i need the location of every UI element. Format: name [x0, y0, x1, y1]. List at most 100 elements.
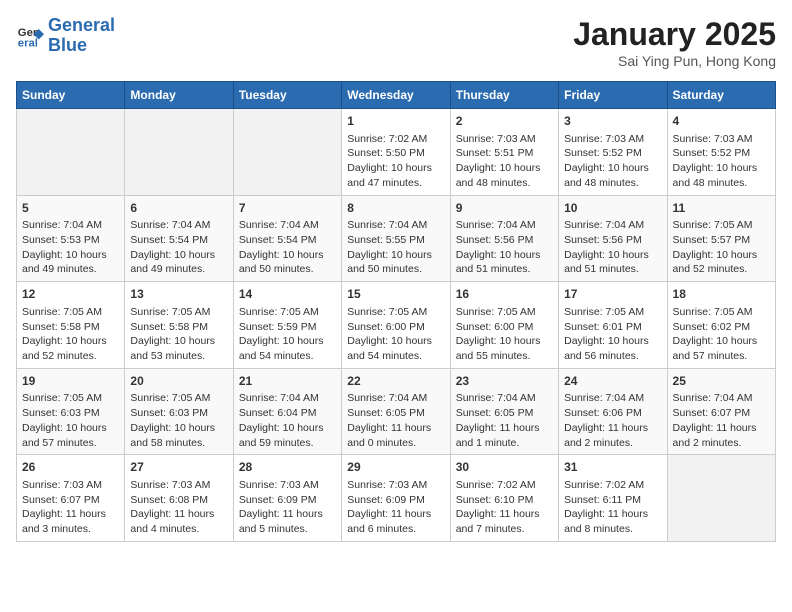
day-info: Sunrise: 7:04 AM Sunset: 5:55 PM Dayligh…: [347, 218, 444, 277]
day-number: 11: [673, 200, 770, 217]
day-number: 27: [130, 459, 227, 476]
day-info: Sunrise: 7:05 AM Sunset: 6:02 PM Dayligh…: [673, 305, 770, 364]
day-number: 6: [130, 200, 227, 217]
day-info: Sunrise: 7:04 AM Sunset: 5:54 PM Dayligh…: [130, 218, 227, 277]
calendar-cell: 22Sunrise: 7:04 AM Sunset: 6:05 PM Dayli…: [342, 368, 450, 455]
day-number: 31: [564, 459, 661, 476]
calendar-cell: 12Sunrise: 7:05 AM Sunset: 5:58 PM Dayli…: [17, 282, 125, 369]
day-info: Sunrise: 7:03 AM Sunset: 5:52 PM Dayligh…: [564, 132, 661, 191]
logo-blue: Blue: [48, 35, 87, 55]
logo-general: General: [48, 15, 115, 35]
day-info: Sunrise: 7:02 AM Sunset: 5:50 PM Dayligh…: [347, 132, 444, 191]
day-info: Sunrise: 7:04 AM Sunset: 6:07 PM Dayligh…: [673, 391, 770, 450]
calendar-cell: 5Sunrise: 7:04 AM Sunset: 5:53 PM Daylig…: [17, 195, 125, 282]
calendar-cell: 10Sunrise: 7:04 AM Sunset: 5:56 PM Dayli…: [559, 195, 667, 282]
day-info: Sunrise: 7:03 AM Sunset: 5:51 PM Dayligh…: [456, 132, 553, 191]
logo-text: General Blue: [48, 16, 115, 56]
svg-text:eral: eral: [18, 37, 38, 49]
calendar-cell: 25Sunrise: 7:04 AM Sunset: 6:07 PM Dayli…: [667, 368, 775, 455]
day-info: Sunrise: 7:03 AM Sunset: 6:07 PM Dayligh…: [22, 478, 119, 537]
day-number: 5: [22, 200, 119, 217]
weekday-header-friday: Friday: [559, 82, 667, 109]
day-info: Sunrise: 7:04 AM Sunset: 5:56 PM Dayligh…: [456, 218, 553, 277]
day-info: Sunrise: 7:05 AM Sunset: 6:01 PM Dayligh…: [564, 305, 661, 364]
day-info: Sunrise: 7:04 AM Sunset: 5:54 PM Dayligh…: [239, 218, 336, 277]
day-number: 28: [239, 459, 336, 476]
day-info: Sunrise: 7:04 AM Sunset: 6:04 PM Dayligh…: [239, 391, 336, 450]
day-number: 2: [456, 113, 553, 130]
calendar-cell: 29 Sunrise: 7:03 AM Sunset: 6:09 PM Dayli…: [342, 455, 450, 542]
calendar-cell: 30 Sunrise: 7:02 AM Sunset: 6:10 PM Dayli…: [450, 455, 558, 542]
day-info: Sunrise: 7:05 AM Sunset: 5:58 PM Dayligh…: [130, 305, 227, 364]
day-number: 9: [456, 200, 553, 217]
day-number: 23: [456, 373, 553, 390]
day-number: 30: [456, 459, 553, 476]
day-number: 1: [347, 113, 444, 130]
calendar-table: SundayMondayTuesdayWednesdayThursdayFrid…: [16, 81, 776, 542]
calendar-cell: 1 Sunrise: 7:02 AM Sunset: 5:50 PM Daylig…: [342, 109, 450, 196]
calendar-cell: 13 Sunrise: 7:05 AM Sunset: 5:58 PM Dayli…: [125, 282, 233, 369]
weekday-header-tuesday: Tuesday: [233, 82, 341, 109]
day-info: Sunrise: 7:05 AM Sunset: 5:57 PM Dayligh…: [673, 218, 770, 277]
week-row-3: 12Sunrise: 7:05 AM Sunset: 5:58 PM Dayli…: [17, 282, 776, 369]
logo: Gen eral General Blue: [16, 16, 115, 56]
day-info: Sunrise: 7:02 AM Sunset: 6:11 PM Dayligh…: [564, 478, 661, 537]
calendar-cell: 3 Sunrise: 7:03 AM Sunset: 5:52 PM Daylig…: [559, 109, 667, 196]
calendar-cell: 14 Sunrise: 7:05 AM Sunset: 5:59 PM Dayli…: [233, 282, 341, 369]
calendar-cell: 24Sunrise: 7:04 AM Sunset: 6:06 PM Dayli…: [559, 368, 667, 455]
day-info: Sunrise: 7:03 AM Sunset: 6:09 PM Dayligh…: [347, 478, 444, 537]
day-number: 25: [673, 373, 770, 390]
day-info: Sunrise: 7:02 AM Sunset: 6:10 PM Dayligh…: [456, 478, 553, 537]
day-info: Sunrise: 7:04 AM Sunset: 5:56 PM Dayligh…: [564, 218, 661, 277]
weekday-header-sunday: Sunday: [17, 82, 125, 109]
page-header: Gen eral General Blue January 2025 Sai Y…: [16, 16, 776, 69]
day-info: Sunrise: 7:03 AM Sunset: 6:08 PM Dayligh…: [130, 478, 227, 537]
calendar-cell: 8Sunrise: 7:04 AM Sunset: 5:55 PM Daylig…: [342, 195, 450, 282]
day-number: 14: [239, 286, 336, 303]
week-row-5: 26Sunrise: 7:03 AM Sunset: 6:07 PM Dayli…: [17, 455, 776, 542]
week-row-4: 19Sunrise: 7:05 AM Sunset: 6:03 PM Dayli…: [17, 368, 776, 455]
location-subtitle: Sai Ying Pun, Hong Kong: [573, 53, 776, 69]
day-number: 17: [564, 286, 661, 303]
calendar-cell: 11Sunrise: 7:05 AM Sunset: 5:57 PM Dayli…: [667, 195, 775, 282]
day-number: 20: [130, 373, 227, 390]
day-number: 24: [564, 373, 661, 390]
day-number: 18: [673, 286, 770, 303]
calendar-cell: [667, 455, 775, 542]
day-number: 19: [22, 373, 119, 390]
week-row-2: 5Sunrise: 7:04 AM Sunset: 5:53 PM Daylig…: [17, 195, 776, 282]
calendar-cell: 15Sunrise: 7:05 AM Sunset: 6:00 PM Dayli…: [342, 282, 450, 369]
calendar-cell: 18 Sunrise: 7:05 AM Sunset: 6:02 PM Dayli…: [667, 282, 775, 369]
day-number: 4: [673, 113, 770, 130]
day-info: Sunrise: 7:03 AM Sunset: 6:09 PM Dayligh…: [239, 478, 336, 537]
title-block: January 2025 Sai Ying Pun, Hong Kong: [573, 16, 776, 69]
calendar-cell: 26Sunrise: 7:03 AM Sunset: 6:07 PM Dayli…: [17, 455, 125, 542]
month-title: January 2025: [573, 16, 776, 53]
day-number: 16: [456, 286, 553, 303]
day-number: 29: [347, 459, 444, 476]
day-info: Sunrise: 7:05 AM Sunset: 5:59 PM Dayligh…: [239, 305, 336, 364]
weekday-header-wednesday: Wednesday: [342, 82, 450, 109]
calendar-cell: 23Sunrise: 7:04 AM Sunset: 6:05 PM Dayli…: [450, 368, 558, 455]
day-info: Sunrise: 7:03 AM Sunset: 5:52 PM Dayligh…: [673, 132, 770, 191]
day-number: 13: [130, 286, 227, 303]
day-info: Sunrise: 7:04 AM Sunset: 6:06 PM Dayligh…: [564, 391, 661, 450]
day-number: 3: [564, 113, 661, 130]
calendar-cell: 31 Sunrise: 7:02 AM Sunset: 6:11 PM Dayli…: [559, 455, 667, 542]
weekday-header-row: SundayMondayTuesdayWednesdayThursdayFrid…: [17, 82, 776, 109]
day-number: 7: [239, 200, 336, 217]
weekday-header-monday: Monday: [125, 82, 233, 109]
day-info: Sunrise: 7:04 AM Sunset: 6:05 PM Dayligh…: [347, 391, 444, 450]
day-info: Sunrise: 7:04 AM Sunset: 6:05 PM Dayligh…: [456, 391, 553, 450]
day-number: 22: [347, 373, 444, 390]
calendar-cell: 17 Sunrise: 7:05 AM Sunset: 6:01 PM Dayli…: [559, 282, 667, 369]
day-info: Sunrise: 7:04 AM Sunset: 5:53 PM Dayligh…: [22, 218, 119, 277]
calendar-cell: 9Sunrise: 7:04 AM Sunset: 5:56 PM Daylig…: [450, 195, 558, 282]
day-info: Sunrise: 7:05 AM Sunset: 6:03 PM Dayligh…: [130, 391, 227, 450]
day-info: Sunrise: 7:05 AM Sunset: 6:03 PM Dayligh…: [22, 391, 119, 450]
day-number: 15: [347, 286, 444, 303]
calendar-cell: 21Sunrise: 7:04 AM Sunset: 6:04 PM Dayli…: [233, 368, 341, 455]
calendar-cell: 28 Sunrise: 7:03 AM Sunset: 6:09 PM Dayli…: [233, 455, 341, 542]
week-row-1: 1 Sunrise: 7:02 AM Sunset: 5:50 PM Daylig…: [17, 109, 776, 196]
calendar-cell: 2 Sunrise: 7:03 AM Sunset: 5:51 PM Daylig…: [450, 109, 558, 196]
